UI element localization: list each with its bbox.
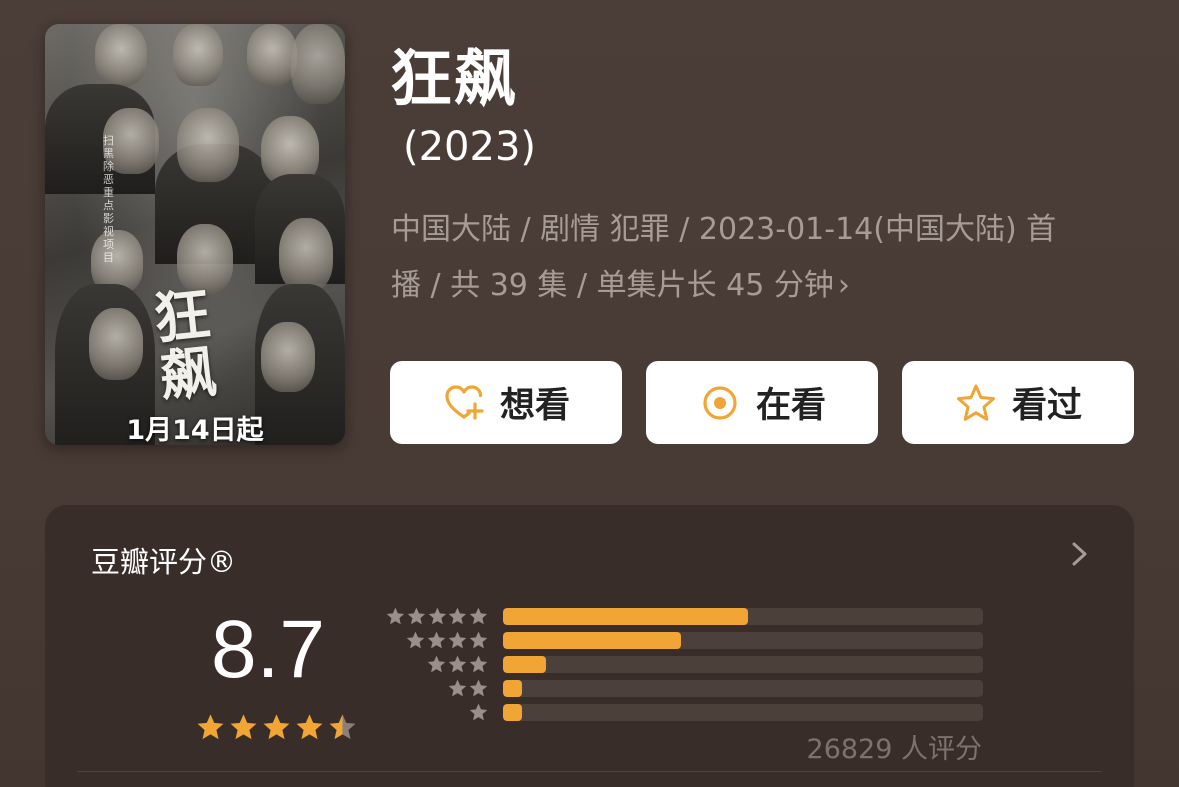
watched-button[interactable]: 看过 bbox=[902, 361, 1134, 444]
star-icon bbox=[427, 631, 446, 648]
star-icon bbox=[386, 607, 405, 624]
rating-bar-track bbox=[503, 679, 983, 697]
poster-image[interactable]: 扫黑除恶重点影视项目 狂飙 1月14日起 bbox=[45, 24, 345, 445]
rating-bar-track bbox=[503, 655, 983, 673]
release-year: (2023) bbox=[403, 124, 537, 170]
star-icon bbox=[448, 679, 467, 696]
watching-button[interactable]: 在看 bbox=[646, 361, 878, 444]
rating-row-4-star bbox=[385, 628, 985, 652]
star-icon bbox=[469, 607, 488, 624]
meta-line-2: 播 / 共 39 集 / 单集片长 45 分钟 › bbox=[391, 258, 1131, 314]
rating-bar-fill bbox=[503, 679, 523, 697]
star-icon bbox=[449, 607, 467, 624]
chevron-right-icon: › bbox=[837, 268, 850, 303]
star-icon bbox=[427, 655, 446, 672]
star-icon bbox=[469, 703, 488, 720]
star-icon bbox=[469, 655, 488, 672]
rating-row-1-star bbox=[385, 700, 985, 724]
rating-row-2-star bbox=[385, 676, 985, 700]
rating-score: 8.7 bbox=[211, 604, 325, 695]
rating-card[interactable]: 豆瓣评分® 8.7 26829 人评分 bbox=[45, 505, 1134, 787]
star-icon bbox=[469, 631, 488, 648]
star-icon bbox=[329, 714, 356, 740]
rating-row-3-star bbox=[385, 652, 985, 676]
watching-label: 在看 bbox=[755, 386, 826, 426]
row-stars bbox=[385, 654, 489, 675]
rating-bar-track bbox=[503, 703, 983, 721]
score-stars bbox=[195, 712, 358, 743]
star-icon bbox=[407, 607, 425, 624]
row-stars bbox=[385, 630, 489, 651]
star-icon bbox=[197, 714, 224, 740]
chevron-right-icon[interactable] bbox=[1070, 539, 1090, 569]
meta-line-2-text: 播 / 共 39 集 / 单集片长 45 分钟 bbox=[391, 268, 834, 303]
want-to-watch-button[interactable]: 想看 bbox=[390, 361, 622, 444]
star-icon bbox=[469, 679, 488, 696]
page-title: 狂飙 bbox=[390, 42, 519, 115]
star-icon bbox=[230, 714, 257, 740]
target-icon bbox=[703, 385, 737, 420]
rating-bar-fill bbox=[503, 703, 523, 721]
heart-plus-icon bbox=[445, 384, 484, 420]
rating-bar-fill bbox=[503, 607, 748, 625]
meta-line-1: 中国大陆 / 剧情 犯罪 / 2023-01-14(中国大陆) 首 bbox=[391, 212, 1057, 247]
rating-bar-track bbox=[503, 631, 983, 649]
meta-info[interactable]: 中国大陆 / 剧情 犯罪 / 2023-01-14(中国大陆) 首 播 / 共 … bbox=[391, 202, 1131, 314]
star-icon bbox=[263, 714, 290, 740]
rating-label: 豆瓣评分® bbox=[91, 545, 237, 579]
row-stars bbox=[385, 606, 489, 627]
star-icon bbox=[448, 631, 467, 648]
star-outline-icon bbox=[956, 384, 995, 421]
rating-row-5-star bbox=[385, 604, 985, 628]
poster-title: 狂飙 bbox=[150, 281, 220, 411]
star-icon bbox=[406, 631, 425, 648]
star-icon bbox=[296, 714, 323, 740]
want-to-watch-label: 想看 bbox=[499, 386, 570, 426]
movie-detail-page: 扫黑除恶重点影视项目 狂飙 1月14日起 狂飙 (2023) 中国大陆 / 剧情… bbox=[0, 0, 1179, 787]
watched-label: 看过 bbox=[1011, 386, 1082, 426]
row-stars bbox=[385, 678, 489, 699]
poster-date: 1月14日起 bbox=[126, 415, 264, 445]
rating-bar-track bbox=[503, 607, 983, 625]
rating-distribution bbox=[385, 604, 985, 724]
divider bbox=[77, 771, 1102, 772]
poster-side-text: 扫黑除恶重点影视项目 bbox=[103, 134, 114, 264]
rating-bar-fill bbox=[503, 655, 547, 673]
row-stars bbox=[385, 702, 489, 723]
star-icon bbox=[428, 607, 446, 624]
rating-count: 26829 人评分 bbox=[806, 734, 982, 765]
star-icon bbox=[448, 655, 467, 672]
rating-bar-fill bbox=[503, 631, 681, 649]
